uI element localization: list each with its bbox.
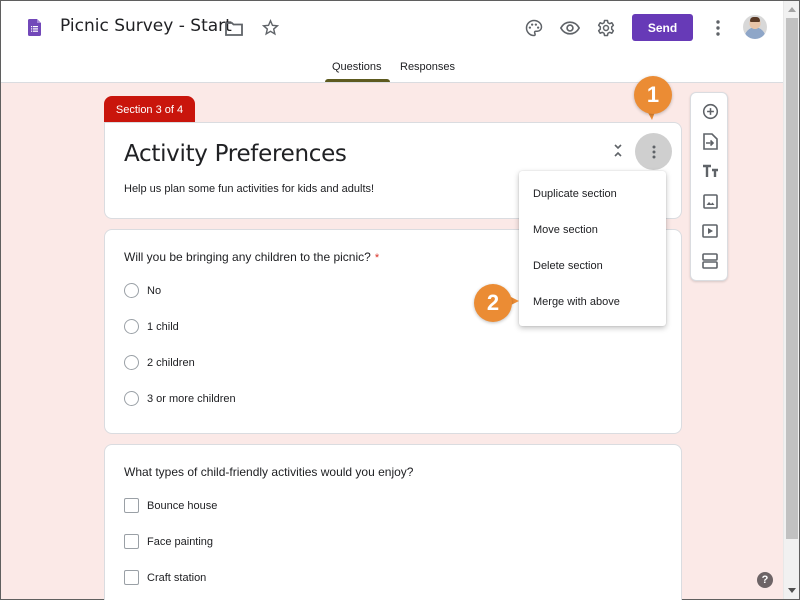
folder-icon[interactable]	[223, 18, 245, 38]
question-title[interactable]: What types of child-friendly activities …	[124, 465, 413, 479]
menu-item-merge-with-above[interactable]: Merge with above	[519, 284, 666, 320]
settings-gear-icon[interactable]	[594, 16, 618, 40]
radio-option[interactable]: 2 children	[124, 355, 195, 370]
help-icon[interactable]: ?	[757, 572, 773, 588]
question-card[interactable]: What types of child-friendly activities …	[104, 444, 682, 600]
menu-item-duplicate-section[interactable]: Duplicate section	[519, 176, 666, 212]
floating-toolbar	[690, 92, 728, 281]
scroll-thumb[interactable]	[786, 18, 798, 539]
top-bar: Picnic Survey - Start Send Questions Res…	[1, 1, 784, 83]
checkbox[interactable]	[124, 570, 139, 585]
tab-questions[interactable]: Questions	[332, 61, 382, 73]
option-label: Face painting	[147, 535, 214, 548]
required-asterisk: *	[374, 252, 380, 264]
section-options-menu: Duplicate section Move section Delete se…	[519, 171, 666, 326]
palette-icon[interactable]	[522, 16, 546, 40]
add-title-icon[interactable]	[700, 161, 720, 181]
section-description[interactable]: Help us plan some fun activities for kid…	[124, 183, 374, 195]
question-title[interactable]: Will you be bringing any children to the…	[124, 250, 379, 264]
checkbox[interactable]	[124, 534, 139, 549]
radio-option[interactable]: No	[124, 283, 161, 298]
scroll-down-arrow-icon[interactable]	[788, 588, 796, 593]
option-label: Bounce house	[147, 499, 218, 512]
send-button[interactable]: Send	[632, 14, 693, 41]
question-text: Will you be bringing any children to the…	[124, 250, 371, 264]
active-tab-indicator	[325, 79, 390, 82]
more-vert-icon	[652, 145, 655, 158]
collapse-section-icon[interactable]	[611, 143, 625, 161]
more-options-icon[interactable]	[710, 16, 726, 40]
preview-eye-icon[interactable]	[558, 16, 582, 40]
radio-option[interactable]: 1 child	[124, 319, 179, 334]
menu-item-move-section[interactable]: Move section	[519, 212, 666, 248]
radio-button[interactable]	[124, 283, 139, 298]
star-icon[interactable]	[259, 16, 281, 38]
document-title[interactable]: Picnic Survey - Start	[60, 16, 232, 36]
checkbox-option[interactable]: Craft station	[124, 570, 206, 585]
google-forms-icon[interactable]	[28, 19, 41, 36]
add-video-icon[interactable]	[700, 221, 720, 241]
add-question-icon[interactable]	[700, 101, 720, 121]
radio-button[interactable]	[124, 391, 139, 406]
form-tabs: Questions Responses	[1, 61, 784, 83]
question-text: What types of child-friendly activities …	[124, 465, 414, 479]
option-label: 2 children	[147, 356, 195, 369]
section-more-options-button[interactable]	[635, 133, 672, 170]
radio-option[interactable]: 3 or more children	[124, 391, 236, 406]
vertical-scrollbar[interactable]	[783, 1, 799, 599]
checkbox-option[interactable]: Bounce house	[124, 498, 217, 513]
radio-button[interactable]	[124, 319, 139, 334]
option-label: Craft station	[147, 571, 207, 584]
radio-button[interactable]	[124, 355, 139, 370]
option-label: 3 or more children	[147, 392, 236, 405]
option-label: 1 child	[147, 320, 179, 333]
add-section-icon[interactable]	[700, 251, 720, 271]
option-label: No	[147, 284, 162, 297]
step-callout-1: 1	[634, 76, 672, 114]
step-callout-2: 2	[474, 284, 512, 322]
scroll-up-arrow-icon[interactable]	[788, 7, 796, 12]
user-avatar[interactable]	[743, 15, 767, 39]
section-badge: Section 3 of 4	[104, 96, 195, 123]
checkbox-option[interactable]: Face painting	[124, 534, 213, 549]
add-image-icon[interactable]	[700, 191, 720, 211]
import-questions-icon[interactable]	[700, 131, 720, 151]
checkbox[interactable]	[124, 498, 139, 513]
tab-responses[interactable]: Responses	[400, 61, 455, 73]
menu-item-delete-section[interactable]: Delete section	[519, 248, 666, 284]
section-title[interactable]: Activity Preferences	[124, 141, 347, 167]
